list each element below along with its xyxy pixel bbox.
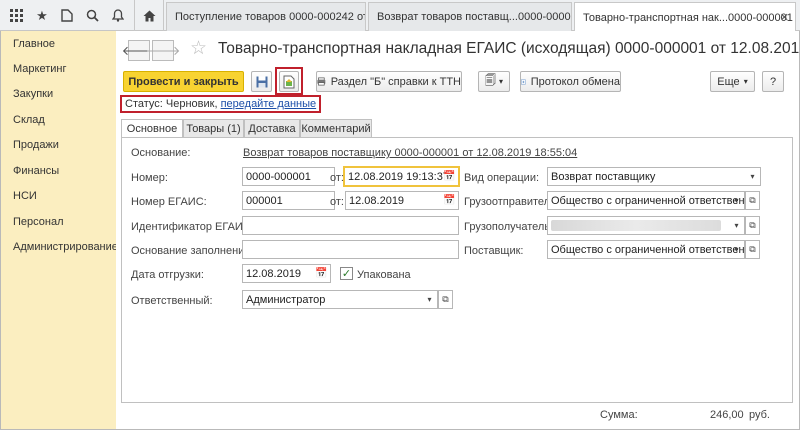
number-date-label: от:	[330, 172, 344, 184]
operation-dropdown-icon[interactable]: ▾	[745, 167, 760, 186]
page-title: Товарно-транспортная накладная ЕГАИС (ис…	[218, 40, 800, 57]
more-menu-button[interactable]: Еще ▾	[710, 71, 755, 92]
sidebar: Главное Маркетинг Закупки Склад Продажи …	[1, 31, 118, 429]
consignee-dropdown-icon[interactable]: ▾	[729, 216, 744, 235]
sidebar-item-sales[interactable]: Продажи	[13, 139, 59, 151]
operation-select[interactable]: Возврат поставщику	[547, 167, 761, 186]
favorite-star-icon[interactable]: ☆	[190, 37, 207, 60]
favorites-star-icon[interactable]: ★	[30, 0, 54, 31]
apps-grid-icon[interactable]	[4, 0, 28, 31]
basis-link[interactable]: Возврат товаров поставщику 0000-000001 о…	[243, 147, 577, 159]
packed-checkbox[interactable]: ✓	[340, 267, 353, 280]
home-icon[interactable]	[134, 0, 164, 31]
egais-number-label: Номер ЕГАИС:	[131, 196, 207, 208]
section-b-button[interactable]: Раздел "Б" справки к ТТН	[316, 71, 462, 92]
sum-label: Сумма:	[600, 409, 638, 421]
tab-ttn-label: Товарно-транспортная нак...0000-000001	[583, 11, 793, 24]
calendar-icon-3[interactable]: 📅	[314, 264, 329, 283]
fill-basis-label: Основание заполнения:	[131, 245, 254, 257]
search-icon[interactable]	[80, 0, 104, 31]
responsible-input[interactable]: Администратор	[242, 290, 438, 309]
top-bar: ★ Поступление товаров 0000-000242 от ...…	[0, 0, 800, 32]
sidebar-item-main[interactable]: Главное	[13, 38, 55, 50]
calendar-icon-2[interactable]: 📅	[442, 191, 457, 210]
send-data-link[interactable]: передайте данные	[221, 98, 317, 110]
operation-label: Вид операции:	[464, 172, 540, 184]
tab-receipt-label: Поступление товаров 0000-000242 от ...	[175, 11, 366, 23]
sidebar-item-marketing[interactable]: Маркетинг	[13, 63, 66, 75]
shipper-open-icon[interactable]: ⧉	[745, 191, 760, 210]
basis-label: Основание:	[131, 147, 191, 159]
consignee-open-icon[interactable]: ⧉	[745, 216, 760, 235]
save-button[interactable]	[251, 71, 272, 92]
save-icon	[256, 76, 267, 87]
supplier-input[interactable]: Общество с ограниченной ответственно	[547, 240, 745, 259]
tab-return-label: Возврат товаров поставщ...0000-000001	[377, 11, 572, 23]
sidebar-item-nsi[interactable]: НСИ	[13, 190, 37, 202]
document-form: 🡐 🡒 ☆ Товарно-транспортная накладная ЕГА…	[116, 31, 800, 429]
responsible-dropdown-icon[interactable]: ▾	[422, 290, 437, 309]
more-arrow-icon: ▾	[743, 77, 748, 86]
egais-id-label: Идентификатор ЕГАИС:	[131, 221, 254, 233]
forward-button[interactable]: 🡒	[146, 40, 180, 61]
supplier-label: Поставщик:	[464, 245, 524, 257]
tab-comment[interactable]: Комментарий	[300, 119, 372, 137]
more-label: Еще	[717, 75, 740, 88]
send-to-egais-button[interactable]	[279, 71, 299, 92]
responsible-label: Ответственный:	[131, 295, 213, 307]
notifications-bell-icon[interactable]	[106, 0, 130, 31]
tab-ttn[interactable]: Товарно-транспортная нак...0000-000001 ✕	[574, 2, 796, 32]
sidebar-item-personnel[interactable]: Персонал	[13, 216, 64, 228]
files-icon: 🗐	[484, 75, 496, 87]
consignee-label: Грузополучатель:	[464, 221, 554, 233]
print-icon	[317, 77, 326, 86]
egais-date-label: от:	[330, 196, 344, 208]
sum-value: 246,00	[710, 409, 744, 421]
document-send-icon	[283, 75, 295, 88]
consignee-redacted	[551, 220, 721, 231]
responsible-open-icon[interactable]: ⧉	[438, 290, 453, 309]
exchange-protocol-button[interactable]: Протокол обмена	[520, 71, 621, 92]
sidebar-item-administration[interactable]: Администрирование	[13, 241, 118, 253]
tab-main[interactable]: Основное	[121, 119, 183, 138]
sidebar-item-purchases[interactable]: Закупки	[13, 88, 53, 100]
egais-number-input[interactable]: 000001	[242, 191, 335, 210]
sidebar-item-finance[interactable]: Финансы	[13, 165, 59, 177]
ship-date-label: Дата отгрузки:	[131, 269, 204, 281]
tab-goods[interactable]: Товары (1)	[183, 119, 244, 137]
egais-id-input[interactable]	[242, 216, 459, 235]
status-text: Статус: Черновик,	[125, 98, 218, 110]
number-input[interactable]: 0000-000001	[242, 167, 335, 186]
consignee-input[interactable]	[547, 216, 745, 235]
shipper-dropdown-icon[interactable]: ▾	[729, 191, 744, 210]
close-tab-icon[interactable]: ✕	[780, 11, 789, 24]
attachments-dropdown-button[interactable]: 🗐 ▾	[478, 71, 510, 92]
tab-return[interactable]: Возврат товаров поставщ...0000-000001	[368, 2, 572, 31]
supplier-dropdown-icon[interactable]: ▾	[729, 240, 744, 259]
fill-basis-input[interactable]	[242, 240, 459, 259]
tab-delivery[interactable]: Доставка	[244, 119, 300, 137]
currency-label: руб.	[749, 409, 770, 421]
shipper-label: Грузоотправитель:	[464, 196, 559, 208]
post-and-close-button[interactable]: Провести и закрыть	[123, 71, 244, 92]
tab-receipt[interactable]: Поступление товаров 0000-000242 от ...	[166, 2, 366, 31]
number-label: Номер:	[131, 172, 168, 184]
help-button[interactable]: ?	[762, 71, 784, 92]
protocol-icon	[521, 79, 526, 84]
sidebar-item-warehouse[interactable]: Склад	[13, 114, 45, 126]
exchange-protocol-label: Протокол обмена	[530, 75, 620, 88]
packed-label: Упакована	[357, 269, 411, 281]
calendar-icon[interactable]: 📅	[442, 167, 457, 186]
shipper-input[interactable]: Общество с ограниченной ответственно	[547, 191, 745, 210]
status-bar: Статус: Черновик, передайте данные	[120, 95, 322, 113]
dropdown-arrow-icon: ▾	[498, 77, 503, 86]
history-icon[interactable]	[55, 0, 79, 31]
supplier-open-icon[interactable]: ⧉	[745, 240, 760, 259]
section-b-label: Раздел "Б" справки к ТТН	[330, 75, 461, 88]
